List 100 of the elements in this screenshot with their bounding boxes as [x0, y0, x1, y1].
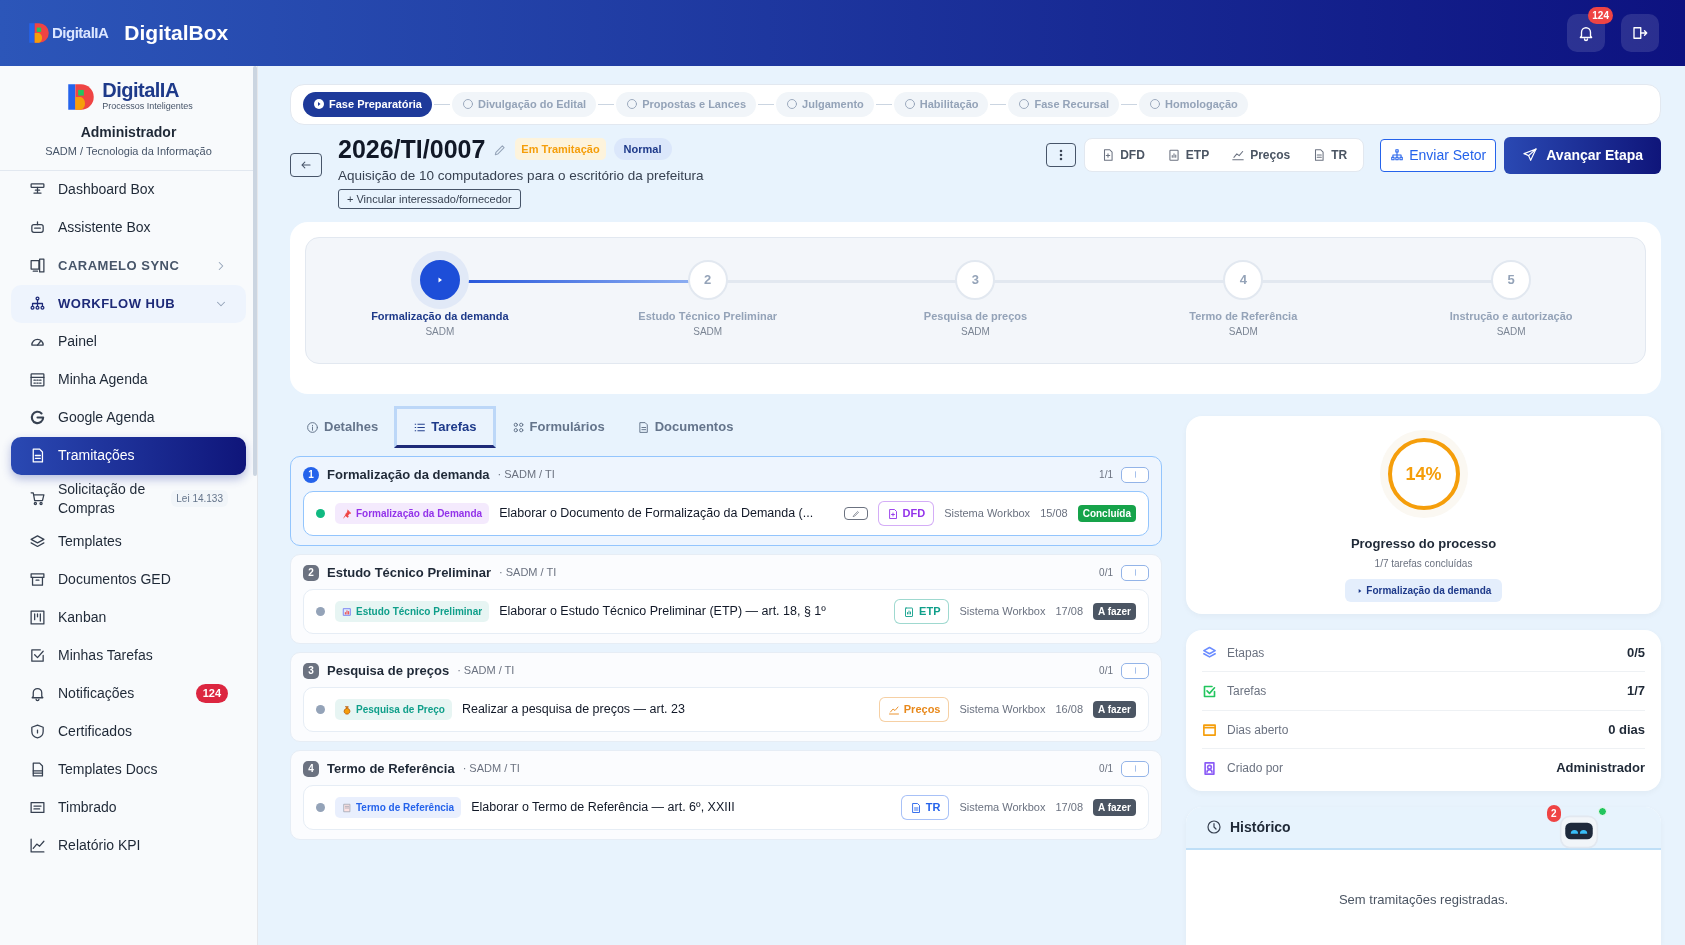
document-button[interactable]: DFD — [877, 501, 935, 526]
task-title: Elaborar o Documento de Formalização da Demanda (... — [499, 505, 814, 523]
task-row[interactable]: Termo de Referência Elaborar o Termo de Referência — art. 6º, XXIII TR Sistema Workbox 17/08 A fazer — [303, 785, 1149, 830]
step-sector: SADM — [424, 325, 456, 340]
tab[interactable]: Tarefas — [394, 406, 496, 448]
sidebar-item[interactable]: Documentos GED — [11, 560, 246, 599]
current-step-button[interactable]: Formalização da demanda — [1344, 578, 1503, 602]
task-row[interactable]: Formalização da Demanda Elaborar o Documento de Formalização da Demanda (... DFD Sistema Workbox 15/08 Concluída — [303, 491, 1149, 536]
trend-icon — [1231, 148, 1246, 162]
sidebar-item[interactable]: Templates Docs — [11, 750, 246, 789]
progress-subtitle: 1/7 tarefas concluídas — [1373, 556, 1474, 571]
sidebar-item[interactable]: Certificados — [11, 712, 246, 751]
sidebar-item[interactable]: Minha Agenda — [11, 360, 246, 399]
hierarchy-icon — [29, 295, 46, 312]
radio-icon — [903, 98, 916, 111]
stat-value: Administrador — [1556, 759, 1645, 778]
kanban-icon — [29, 609, 46, 626]
document-button[interactable]: Preços — [1223, 143, 1299, 167]
pin-icon — [342, 508, 352, 519]
hierarchy-icon — [1390, 148, 1405, 162]
stat-value: 0/5 — [1626, 643, 1645, 662]
document-button[interactable]: TR — [900, 795, 950, 820]
shield-icon — [29, 723, 46, 740]
status-badge: A fazer — [1093, 701, 1136, 718]
clipboard-chart-icon — [1166, 148, 1181, 162]
logo-icon — [26, 20, 52, 46]
edit-button[interactable] — [843, 507, 868, 520]
history-title: Histórico — [1230, 817, 1291, 837]
notification-count: 124 — [1588, 7, 1613, 24]
checkbox-icon — [29, 647, 46, 664]
sidebar-item[interactable]: Google Agenda — [11, 398, 246, 437]
task-tag: Pesquisa de Preço — [335, 699, 452, 720]
document-button[interactable]: TR — [1304, 143, 1356, 167]
process-code: 2026/TI/0007 — [338, 136, 486, 162]
grid-icon — [511, 420, 525, 434]
logo-tagline: Processos Inteligentes — [102, 101, 193, 114]
sidebar-item[interactable]: Solicitação de Compras Lei 14.133 — [11, 474, 246, 523]
money-bag-icon — [342, 704, 352, 715]
step-label: Termo de Referência — [1188, 308, 1299, 324]
phase-pill[interactable]: Fase Preparatória — [303, 92, 432, 117]
step-label: Formalização da demanda — [370, 308, 510, 324]
sidebar-item[interactable]: WORKFLOW HUB — [11, 284, 246, 323]
task-count: 0/1 — [1099, 664, 1113, 678]
devices-icon — [29, 257, 46, 274]
group-sector: · SADM / TI — [497, 467, 555, 483]
tab[interactable]: Documentos — [620, 406, 750, 448]
stat-value: 1/7 — [1626, 682, 1645, 701]
sidebar-item[interactable]: CARAMELO SYNC — [11, 246, 246, 285]
process-description: Aquisição de 10 computadores para o escritório da prefeitura — [338, 166, 705, 185]
link-supplier-button[interactable]: + Vincular interessado/fornecedor — [338, 188, 521, 210]
group-title: Estudo Técnico Preliminar — [327, 563, 491, 582]
task-tag: Formalização da Demanda — [335, 503, 490, 524]
law-tag: Lei 14.133 — [171, 489, 228, 508]
logout-button[interactable] — [1621, 14, 1659, 52]
info-icon — [306, 420, 319, 434]
back-button[interactable] — [290, 152, 322, 177]
bell-icon — [29, 685, 46, 702]
play-icon — [313, 98, 325, 111]
sidebar-item[interactable]: Painel — [11, 322, 246, 361]
task-row[interactable]: Pesquisa de Preço Realizar a pesquisa de preços — art. 23 Preços Sistema Workbox 16/08 A fazer — [303, 687, 1149, 732]
document-icon — [1312, 148, 1327, 162]
sidebar-item[interactable]: Templates — [11, 522, 246, 561]
radio-icon — [1149, 98, 1162, 111]
task-date: 16/08 — [1055, 702, 1083, 718]
radio-icon — [786, 98, 799, 111]
sidebar-item[interactable]: Notificações 124 — [11, 674, 246, 713]
sidebar-item[interactable]: Tramitações — [11, 436, 246, 475]
step-sector: SADM — [1495, 325, 1527, 340]
cart-icon — [29, 490, 46, 507]
group-title: Pesquisa de preços — [327, 661, 450, 680]
stat-label: Criado por — [1227, 760, 1285, 777]
logo-text: DigitalIA — [52, 22, 109, 43]
task-title: Elaborar o Estudo Técnico Preliminar (ETP) — art. 18, § 1º — [499, 603, 826, 621]
status-badge: Concluída — [1077, 505, 1136, 522]
step-sector: SADM — [1227, 325, 1259, 340]
stat-value: 0 dias — [1608, 720, 1645, 739]
clock-icon — [1206, 819, 1222, 836]
group-title: Termo de Referência — [327, 759, 455, 778]
advance-step-button[interactable]: Avançar Etapa — [1504, 136, 1661, 174]
unread-count: 2 — [1547, 805, 1561, 822]
sidebar-item[interactable]: Relatório KPI — [11, 826, 246, 865]
task-owner: Sistema Workbox — [959, 702, 1046, 718]
sidebar-item[interactable]: Timbrado — [11, 788, 246, 827]
stat-label: Etapas — [1227, 644, 1266, 662]
sidebar-item[interactable]: Kanban — [11, 598, 246, 637]
document-button[interactable]: DFD — [1093, 143, 1153, 167]
sidebar-item[interactable]: Assistente Box — [11, 208, 246, 247]
logo-text: DigitalIA — [102, 80, 179, 101]
more-button[interactable] — [1046, 143, 1077, 167]
tab[interactable]: Formulários — [495, 406, 621, 448]
document-button[interactable]: ETP — [1158, 143, 1218, 167]
chart-icon — [29, 837, 46, 854]
stat-label: Tarefas — [1227, 683, 1268, 700]
history-empty: Sem tramitações registradas. — [1337, 890, 1510, 909]
priority-badge: Normal — [613, 137, 672, 161]
tab[interactable]: Detalhes — [290, 406, 395, 448]
sidebar-item[interactable]: Minhas Tarefas — [11, 636, 246, 675]
send-sector-button[interactable]: Enviar Setor — [1380, 138, 1497, 172]
sidebar-item[interactable]: Dashboard Box — [11, 170, 246, 209]
task-row[interactable]: Estudo Técnico Preliminar Elaborar o Estudo Técnico Preliminar (ETP) — art. 18, § 1º ETP Sistema Workbox 17/08 A fazer — [303, 589, 1149, 634]
